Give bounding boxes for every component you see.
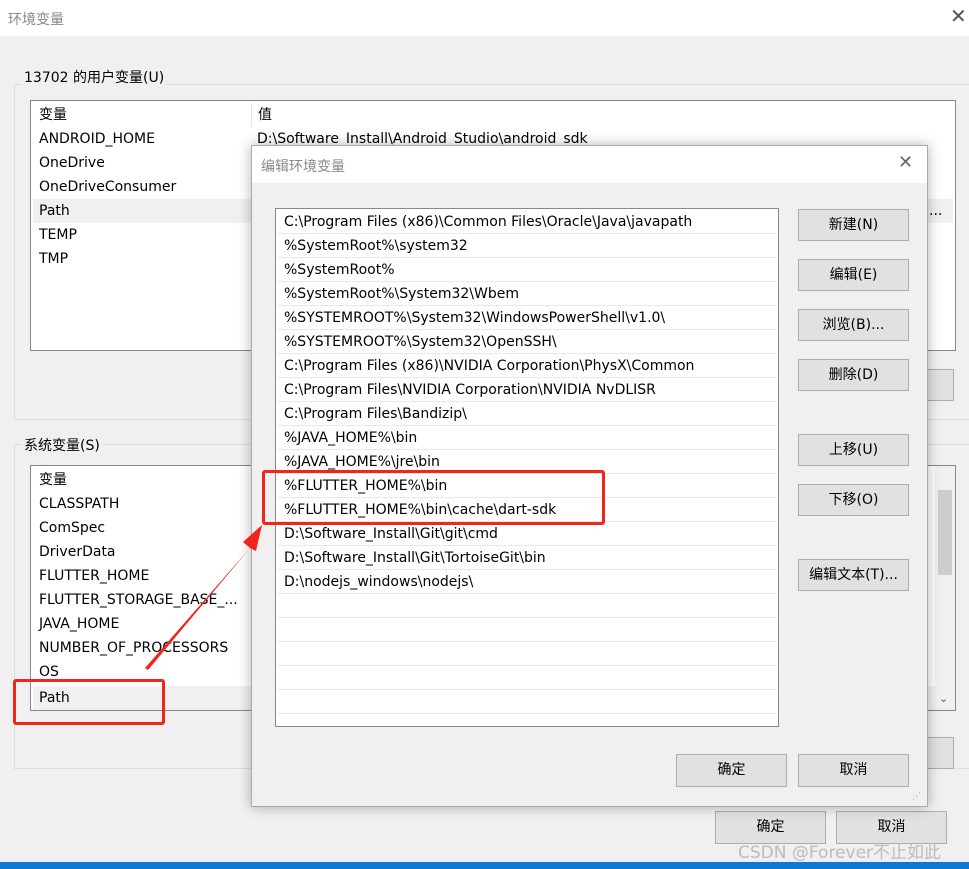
- path-entry[interactable]: D:\nodejs_windows\nodejs\: [277, 570, 777, 594]
- watermark: CSDN @Forever不止如此: [738, 843, 942, 863]
- dialog-ok-button[interactable]: 确定: [676, 754, 787, 787]
- path-entry[interactable]: D:\Software_Install\Git\git\cmd: [277, 522, 777, 546]
- dialog-titlebar: 编辑环境变量 ✕: [252, 146, 927, 183]
- browse-button[interactable]: 浏览(B)...: [798, 309, 909, 341]
- col-name-header[interactable]: 变量: [39, 107, 67, 123]
- edit-text-button[interactable]: 编辑文本(T)...: [798, 559, 909, 591]
- window-title: 环境变量: [8, 12, 64, 28]
- scrollbar-thumb[interactable]: [938, 490, 952, 575]
- path-entry[interactable]: [277, 618, 777, 642]
- move-down-button[interactable]: 下移(O): [798, 484, 909, 516]
- system-vars-label: 系统变量(S): [22, 435, 102, 455]
- path-entry[interactable]: [277, 642, 777, 666]
- path-entry[interactable]: C:\Program Files (x86)\Common Files\Orac…: [277, 210, 777, 234]
- path-entry[interactable]: %SystemRoot%\System32\Wbem: [277, 282, 777, 306]
- delete-button[interactable]: 删除(D): [798, 359, 909, 391]
- list-header: 变量 值: [33, 103, 953, 127]
- move-up-button[interactable]: 上移(U): [798, 434, 909, 466]
- col-name-header[interactable]: 变量: [39, 472, 67, 488]
- edit-button[interactable]: 编辑(E): [798, 259, 909, 291]
- close-icon[interactable]: ✕: [950, 4, 967, 28]
- path-entries-list[interactable]: C:\Program Files (x86)\Common Files\Orac…: [275, 208, 779, 727]
- path-entry[interactable]: [277, 594, 777, 618]
- col-value-header[interactable]: 值: [251, 103, 272, 127]
- scrollbar[interactable]: ⌄: [935, 466, 955, 710]
- path-entry[interactable]: C:\Program Files\NVIDIA Corporation\NVID…: [277, 378, 777, 402]
- path-entry[interactable]: [277, 690, 777, 714]
- path-entry[interactable]: %SYSTEMROOT%\System32\WindowsPowerShell\…: [277, 306, 777, 330]
- user-vars-label: 13702 的用户变量(U): [22, 67, 167, 87]
- path-entry[interactable]: %SystemRoot%: [277, 258, 777, 282]
- path-entry[interactable]: %JAVA_HOME%\bin: [277, 426, 777, 450]
- path-entry[interactable]: C:\Program Files\Bandizip\: [277, 402, 777, 426]
- new-button[interactable]: 新建(N): [798, 209, 909, 241]
- close-icon[interactable]: ✕: [898, 152, 913, 173]
- path-entry[interactable]: %SYSTEMROOT%\System32\OpenSSH\: [277, 330, 777, 354]
- highlight-flutter-entries: [262, 470, 605, 525]
- chevron-down-icon[interactable]: ⌄: [939, 692, 948, 705]
- highlight-path-row: [13, 679, 165, 725]
- dialog-cancel-button[interactable]: 取消: [798, 754, 909, 787]
- main-titlebar: 环境变量 ✕: [0, 0, 969, 36]
- path-entry[interactable]: D:\Software_Install\Git\TortoiseGit\bin: [277, 546, 777, 570]
- resize-grip-icon[interactable]: ⋰: [912, 792, 921, 802]
- path-entry[interactable]: C:\Program Files (x86)\NVIDIA Corporatio…: [277, 354, 777, 378]
- dialog-title: 编辑环境变量: [261, 159, 345, 175]
- path-entry[interactable]: %SystemRoot%\system32: [277, 234, 777, 258]
- taskbar: [0, 862, 969, 869]
- path-entry[interactable]: [277, 666, 777, 690]
